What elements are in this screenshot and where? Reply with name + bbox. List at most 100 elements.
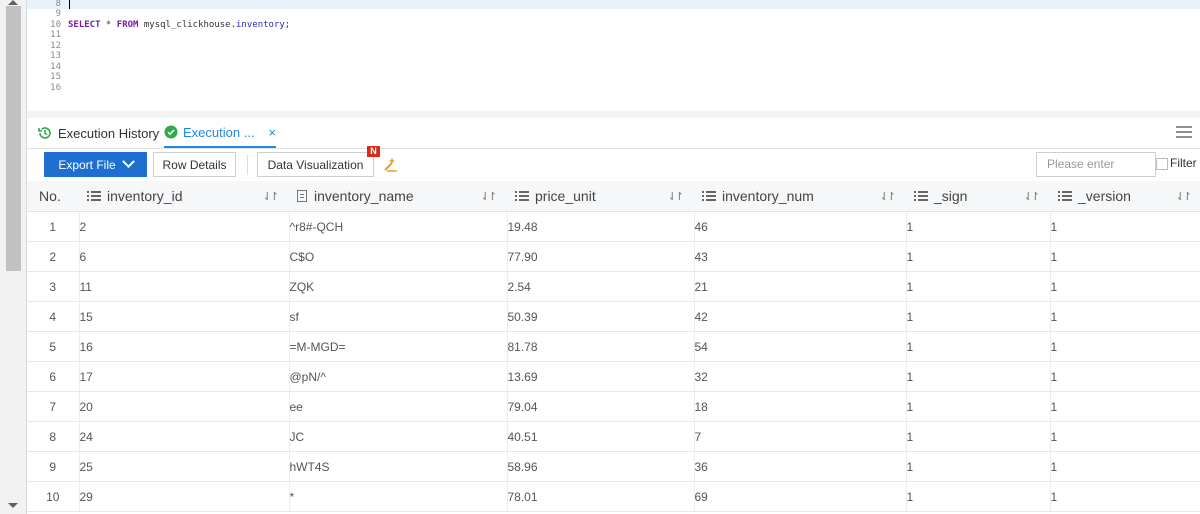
row-details-button[interactable]: Row Details [153,152,236,177]
table-row[interactable]: 7 20 ee 79.04 18 1 1 [27,391,1200,422]
cell-version[interactable]: 1 [1050,451,1200,482]
column-header-price-unit[interactable]: price_unit ⇃↾ [507,181,694,212]
cell-version[interactable]: 1 [1050,481,1200,512]
column-header-no[interactable]: No. [27,181,79,212]
cell-price-unit[interactable]: 50.39 [507,301,695,332]
tab-execution-result[interactable]: Execution ... × [164,118,277,148]
cell-sign[interactable]: 1 [906,391,1051,422]
magic-wand-icon[interactable] [383,156,399,172]
cell-inventory-name[interactable]: ee [289,391,508,422]
cell-price-unit[interactable]: 40.51 [507,421,695,452]
cell-inventory-id[interactable]: 16 [79,331,290,362]
table-row[interactable]: 2 6 C$O 77.90 43 1 1 [27,241,1200,272]
cell-price-unit[interactable]: 78.01 [507,481,695,512]
cell-inventory-num[interactable]: 21 [694,271,907,302]
cell-inventory-num[interactable]: 69 [694,481,907,512]
export-file-button[interactable]: Export File [44,152,147,177]
table-row[interactable]: 10 29 * 78.01 69 1 1 [27,481,1200,512]
cell-inventory-num[interactable]: 7 [694,421,907,452]
cell-inventory-id[interactable]: 11 [79,271,290,302]
table-row[interactable]: 3 11 ZQK 2.54 21 1 1 [27,271,1200,302]
cell-inventory-num[interactable]: 43 [694,241,907,272]
cell-version[interactable]: 1 [1050,391,1200,422]
cell-sign[interactable]: 1 [906,271,1051,302]
sql-editor[interactable]: 8 9 10 SELECT * FROM mysql_clickhouse.in… [27,0,1200,111]
table-row[interactable]: 6 17 @pN/^ 13.69 32 1 1 [27,361,1200,392]
cell-inventory-num[interactable]: 46 [694,211,907,242]
cell-version[interactable]: 1 [1050,361,1200,392]
sort-icon[interactable]: ⇃↾ [481,190,498,203]
hamburger-menu-icon[interactable] [1176,123,1192,139]
sort-icon[interactable]: ⇃↾ [668,190,685,203]
table-row[interactable]: 8 24 JC 40.51 7 1 1 [27,421,1200,452]
cell-inventory-name[interactable]: ZQK [289,271,508,302]
sort-icon[interactable]: ⇃↾ [880,190,897,203]
cell-inventory-name[interactable]: JC [289,421,508,452]
sort-icon[interactable]: ⇃↾ [1024,190,1041,203]
filter-checkbox[interactable] [1156,158,1168,170]
cell-version[interactable]: 1 [1050,271,1200,302]
cell-inventory-name[interactable]: =M-MGD= [289,331,508,362]
cell-price-unit[interactable]: 19.48 [507,211,695,242]
cell-sign[interactable]: 1 [906,211,1051,242]
close-icon[interactable]: × [269,125,277,140]
cell-sign[interactable]: 1 [906,241,1051,272]
table-row[interactable]: 1 2 ^r8#-QCH 19.48 46 1 1 [27,211,1200,242]
cell-inventory-name[interactable]: ^r8#-QCH [289,211,508,242]
cell-price-unit[interactable]: 79.04 [507,391,695,422]
cell-version[interactable]: 1 [1050,241,1200,272]
cell-inventory-num[interactable]: 36 [694,451,907,482]
scroll-thumb[interactable] [6,6,21,271]
cell-version[interactable]: 1 [1050,331,1200,362]
cell-inventory-name[interactable]: hWT4S [289,451,508,482]
cell-sign[interactable]: 1 [906,451,1051,482]
editor-line: 12 [27,42,1200,51]
cell-inventory-num[interactable]: 54 [694,331,907,362]
cell-version[interactable]: 1 [1050,301,1200,332]
scroll-up-icon[interactable] [8,0,18,5]
cell-inventory-id[interactable]: 17 [79,361,290,392]
cell-price-unit[interactable]: 81.78 [507,331,695,362]
left-scrollbar[interactable] [0,0,27,514]
cell-inventory-name[interactable]: @pN/^ [289,361,508,392]
cell-inventory-num[interactable]: 42 [694,301,907,332]
cell-inventory-num[interactable]: 18 [694,391,907,422]
cell-price-unit[interactable]: 58.96 [507,451,695,482]
cell-inventory-num[interactable]: 32 [694,361,907,392]
cell-sign[interactable]: 1 [906,331,1051,362]
scroll-down-icon[interactable] [8,503,18,508]
cell-version[interactable]: 1 [1050,211,1200,242]
cell-inventory-id[interactable]: 29 [79,481,290,512]
column-header-version[interactable]: _version ⇃↾ [1050,181,1200,212]
tab-execution-history[interactable]: Execution History [37,118,159,148]
table-row[interactable]: 9 25 hWT4S 58.96 36 1 1 [27,451,1200,482]
cell-inventory-id[interactable]: 15 [79,301,290,332]
column-header-sign[interactable]: _sign ⇃↾ [906,181,1050,212]
cell-inventory-id[interactable]: 6 [79,241,290,272]
search-input[interactable]: Please enter [1036,152,1156,177]
cell-inventory-id[interactable]: 20 [79,391,290,422]
column-header-inventory-name[interactable]: inventory_name ⇃↾ [289,181,507,212]
cell-price-unit[interactable]: 13.69 [507,361,695,392]
column-header-inventory-num[interactable]: inventory_num ⇃↾ [694,181,906,212]
table-row[interactable]: 5 16 =M-MGD= 81.78 54 1 1 [27,331,1200,362]
cell-inventory-name[interactable]: C$O [289,241,508,272]
cell-inventory-id[interactable]: 24 [79,421,290,452]
cell-inventory-id[interactable]: 2 [79,211,290,242]
cell-price-unit[interactable]: 77.90 [507,241,695,272]
cell-inventory-name[interactable]: sf [289,301,508,332]
cell-inventory-id[interactable]: 25 [79,451,290,482]
cell-sign[interactable]: 1 [906,481,1051,512]
sort-icon[interactable]: ⇃↾ [1176,190,1193,203]
table-row[interactable]: 4 15 sf 50.39 42 1 1 [27,301,1200,332]
cell-sign[interactable]: 1 [906,361,1051,392]
column-header-inventory-id[interactable]: inventory_id ⇃↾ [79,181,289,212]
cell-price-unit[interactable]: 2.54 [507,271,695,302]
cell-version[interactable]: 1 [1050,421,1200,452]
data-visualization-button[interactable]: Data Visualization [257,152,374,177]
sort-icon[interactable]: ⇃↾ [263,190,280,203]
cell-sign[interactable]: 1 [906,421,1051,452]
cell-sign[interactable]: 1 [906,301,1051,332]
panel-divider[interactable] [27,111,1200,118]
cell-inventory-name[interactable]: * [289,481,508,512]
